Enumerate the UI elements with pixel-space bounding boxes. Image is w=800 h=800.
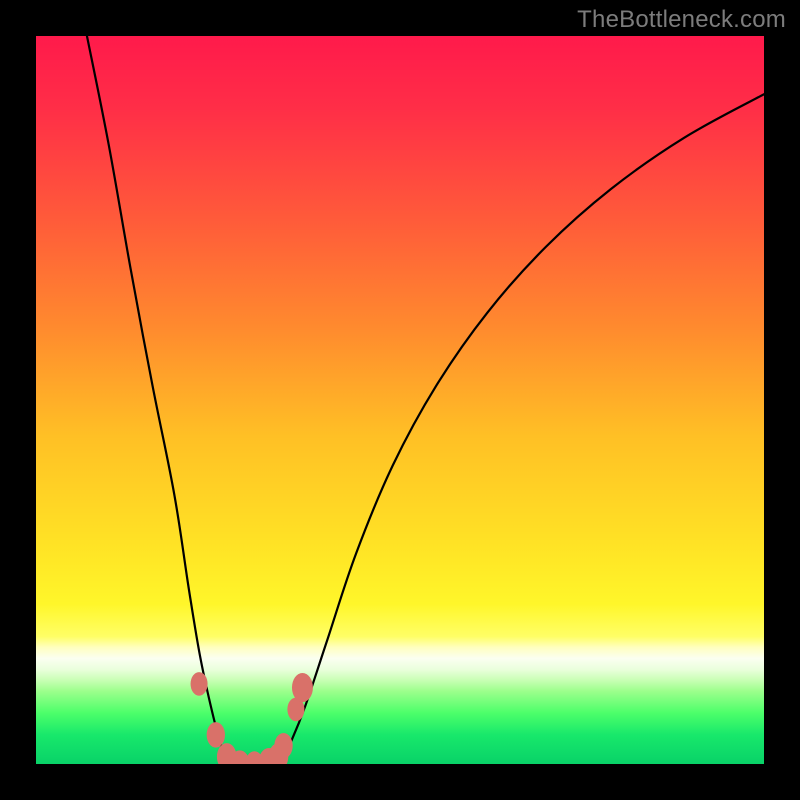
data-marker xyxy=(274,733,292,758)
data-markers xyxy=(191,672,313,764)
watermark-text: TheBottleneck.com xyxy=(577,6,786,34)
plot-area xyxy=(36,36,764,764)
data-marker xyxy=(207,722,225,747)
chart-svg xyxy=(36,36,764,764)
bottleneck-curve xyxy=(87,36,764,764)
chart-frame: TheBottleneck.com xyxy=(0,0,800,800)
data-marker xyxy=(292,673,313,702)
data-marker xyxy=(191,672,208,696)
